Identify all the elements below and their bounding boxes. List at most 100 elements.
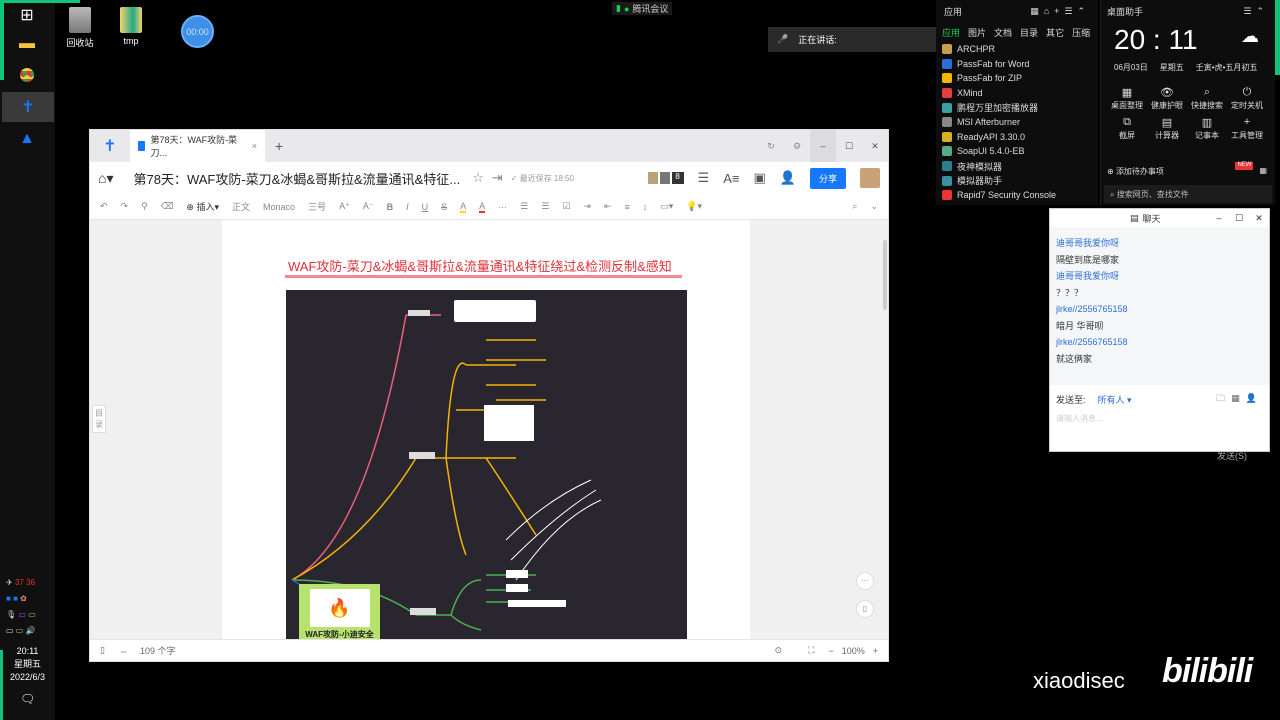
desktop-icon-recycle-bin[interactable]: 回收站	[55, 7, 105, 49]
desktop-icon-tmp[interactable]: tmp	[106, 7, 156, 46]
maximize-button[interactable]: ☐	[836, 141, 862, 152]
assistant-controls[interactable]: ☰⌃	[1243, 6, 1269, 17]
present-icon[interactable]: ▣	[754, 170, 766, 186]
qr-code-icon[interactable]: ▦	[1259, 166, 1267, 177]
indent-icon[interactable]: ⇥	[583, 201, 591, 212]
text-format-icon[interactable]: A≡	[723, 171, 739, 186]
new-tab-button[interactable]: +	[275, 138, 283, 154]
tray-mic-icon[interactable]: 🎙	[6, 610, 16, 619]
app-item[interactable]: SoapUI 5.4.0-EB	[936, 144, 1098, 159]
zoom-out-button[interactable]: −	[828, 646, 833, 656]
font-select[interactable]: Monaco	[263, 202, 295, 212]
size-select[interactable]: 三号	[308, 200, 326, 213]
underline-icon[interactable]: U	[422, 202, 429, 212]
chat-sender[interactable]: 迪哥哥我爱你呀	[1050, 235, 1269, 252]
assistant-tool[interactable]: ⧉ 截屏	[1107, 116, 1147, 141]
tab-archives[interactable]: 压缩	[1072, 26, 1090, 39]
tab-document[interactable]: 第78天：WAF攻防-菜刀... ×	[130, 130, 265, 162]
tray-app-icon[interactable]: ■	[6, 594, 11, 603]
insert-button[interactable]: ⊕ 插入▾	[186, 200, 219, 213]
app-item[interactable]: 夜神模拟器	[936, 159, 1098, 174]
play-icon[interactable]: ⊙	[775, 645, 783, 656]
more-options-button[interactable]: ···	[856, 572, 874, 590]
app-item[interactable]: 鹏程万里加密播放器	[936, 100, 1098, 115]
volume-icon[interactable]: 🔊	[26, 626, 36, 635]
assistant-tool[interactable]: 👁 健康护眼	[1147, 86, 1187, 111]
refresh-icon[interactable]: ↻	[758, 141, 784, 152]
assistant-tool[interactable]: ⏻ 定时关机	[1227, 86, 1267, 111]
page-width-icon[interactable]: ⇔	[119, 646, 128, 656]
zoom-in-button[interactable]: +	[873, 646, 878, 656]
italic-icon[interactable]: I	[406, 202, 409, 212]
todo-row[interactable]: ⊕ 添加待办事项 NEW ▦	[1107, 162, 1267, 177]
menu-icon[interactable]: ☰	[698, 170, 710, 186]
tab-apps[interactable]: 应用	[942, 26, 960, 39]
share-button[interactable]: 分享	[809, 167, 846, 189]
outline-toggle[interactable]: 目录	[92, 405, 106, 433]
highlight-icon[interactable]: A	[460, 201, 467, 213]
outdent-icon[interactable]: ⇤	[604, 201, 612, 212]
airplane-icon[interactable]: ✈	[6, 578, 13, 587]
fullscreen-icon[interactable]: ⛶	[808, 645, 814, 656]
expand-icon[interactable]: ⌄	[870, 201, 878, 212]
font-decrease-icon[interactable]: A⁻	[363, 201, 374, 212]
recording-timer[interactable]: 00:00	[181, 15, 214, 48]
app-item[interactable]: MSI Afterburner	[936, 115, 1098, 130]
tray-network-icon[interactable]: ▭	[28, 610, 36, 619]
zoom-level[interactable]: 100%	[842, 646, 865, 656]
app-item[interactable]: ReadyAPI 3.30.0	[936, 130, 1098, 145]
chat-minimize-button[interactable]: –	[1209, 213, 1229, 223]
search-icon[interactable]: ⌕	[852, 201, 857, 212]
tray-chat-icon[interactable]: ▭	[16, 626, 24, 635]
format-painter-icon[interactable]: ⚲	[141, 201, 148, 212]
tab-docs[interactable]: 文档	[994, 26, 1012, 39]
assistant-tool[interactable]: ▤ 计算器	[1147, 116, 1187, 141]
undo-icon[interactable]: ↶	[100, 201, 108, 212]
move-icon[interactable]: ⇥	[492, 170, 503, 186]
assistant-tool[interactable]: + 工具管理	[1227, 116, 1267, 141]
strikethrough-icon[interactable]: S	[441, 202, 447, 212]
chat-close-button[interactable]: ✕	[1249, 213, 1269, 224]
page-view-icon[interactable]: ▭▾	[660, 201, 673, 212]
send-to-select[interactable]: 所有人 ▾	[1098, 393, 1132, 406]
notification-icon[interactable]: 🗨	[20, 692, 35, 706]
chat-tools[interactable]: 🗀▦👤	[1216, 391, 1263, 407]
tray-flower-icon[interactable]: ✿	[20, 594, 27, 603]
tray-screen-icon[interactable]: ▭	[18, 610, 26, 619]
assistant-tool[interactable]: ⌕ 快捷搜索	[1187, 86, 1227, 111]
cloud-weather-icon[interactable]: ☁	[1241, 26, 1259, 47]
bullet-list-icon[interactable]: ☰	[541, 201, 549, 212]
outline-icon[interactable]: ▯	[100, 645, 105, 656]
close-button[interactable]: ✕	[862, 141, 888, 152]
app-item[interactable]: PassFab for Word	[936, 57, 1098, 72]
app-item[interactable]: XMind	[936, 86, 1098, 101]
ordered-list-icon[interactable]: ☰	[520, 201, 528, 212]
chat-input[interactable]: 请输入消息...	[1050, 413, 1269, 449]
tray-docs-icon[interactable]: ■	[13, 594, 18, 603]
chat-sender[interactable]: 迪哥哥我爱你呀	[1050, 268, 1269, 285]
home-icon[interactable]: ⌂▾	[98, 170, 113, 187]
align-icon[interactable]: ≡	[625, 202, 630, 212]
app-logo-icon[interactable]: ✝	[90, 136, 130, 156]
chat-sender[interactable]: jlrke//2556765158	[1050, 334, 1269, 351]
checklist-icon[interactable]: ☑	[562, 201, 570, 212]
close-tab-icon[interactable]: ×	[252, 141, 257, 151]
clear-format-icon[interactable]: ⌫	[161, 201, 174, 212]
permission-icon[interactable]: 👤	[780, 170, 796, 186]
star-icon[interactable]: ☆	[472, 170, 484, 186]
chrome-icon[interactable]	[12, 60, 42, 90]
font-color-icon[interactable]: A	[479, 201, 486, 213]
windows-start-icon[interactable]: ⊞	[12, 0, 42, 30]
collaborators[interactable]: 8	[647, 172, 684, 184]
assistant-tool[interactable]: ▥ 记事本	[1187, 116, 1227, 141]
bold-icon[interactable]: B	[387, 202, 394, 212]
meeting-taskbar-icon[interactable]: ▲	[12, 124, 42, 154]
chat-sender[interactable]: jlrke//2556765158	[1050, 301, 1269, 318]
tray-display-icon[interactable]: ▭	[6, 626, 14, 635]
app-item[interactable]: ARCHPR	[936, 42, 1098, 57]
meeting-indicator[interactable]: ▮ ● 腾讯会议	[612, 2, 673, 15]
more-icon[interactable]: ···	[498, 202, 507, 212]
tencent-docs-taskbar-icon[interactable]: ✝	[2, 92, 54, 122]
feedback-button[interactable]: ▯	[856, 600, 874, 618]
assistant-tool[interactable]: ▦ 桌面整理	[1107, 86, 1147, 111]
